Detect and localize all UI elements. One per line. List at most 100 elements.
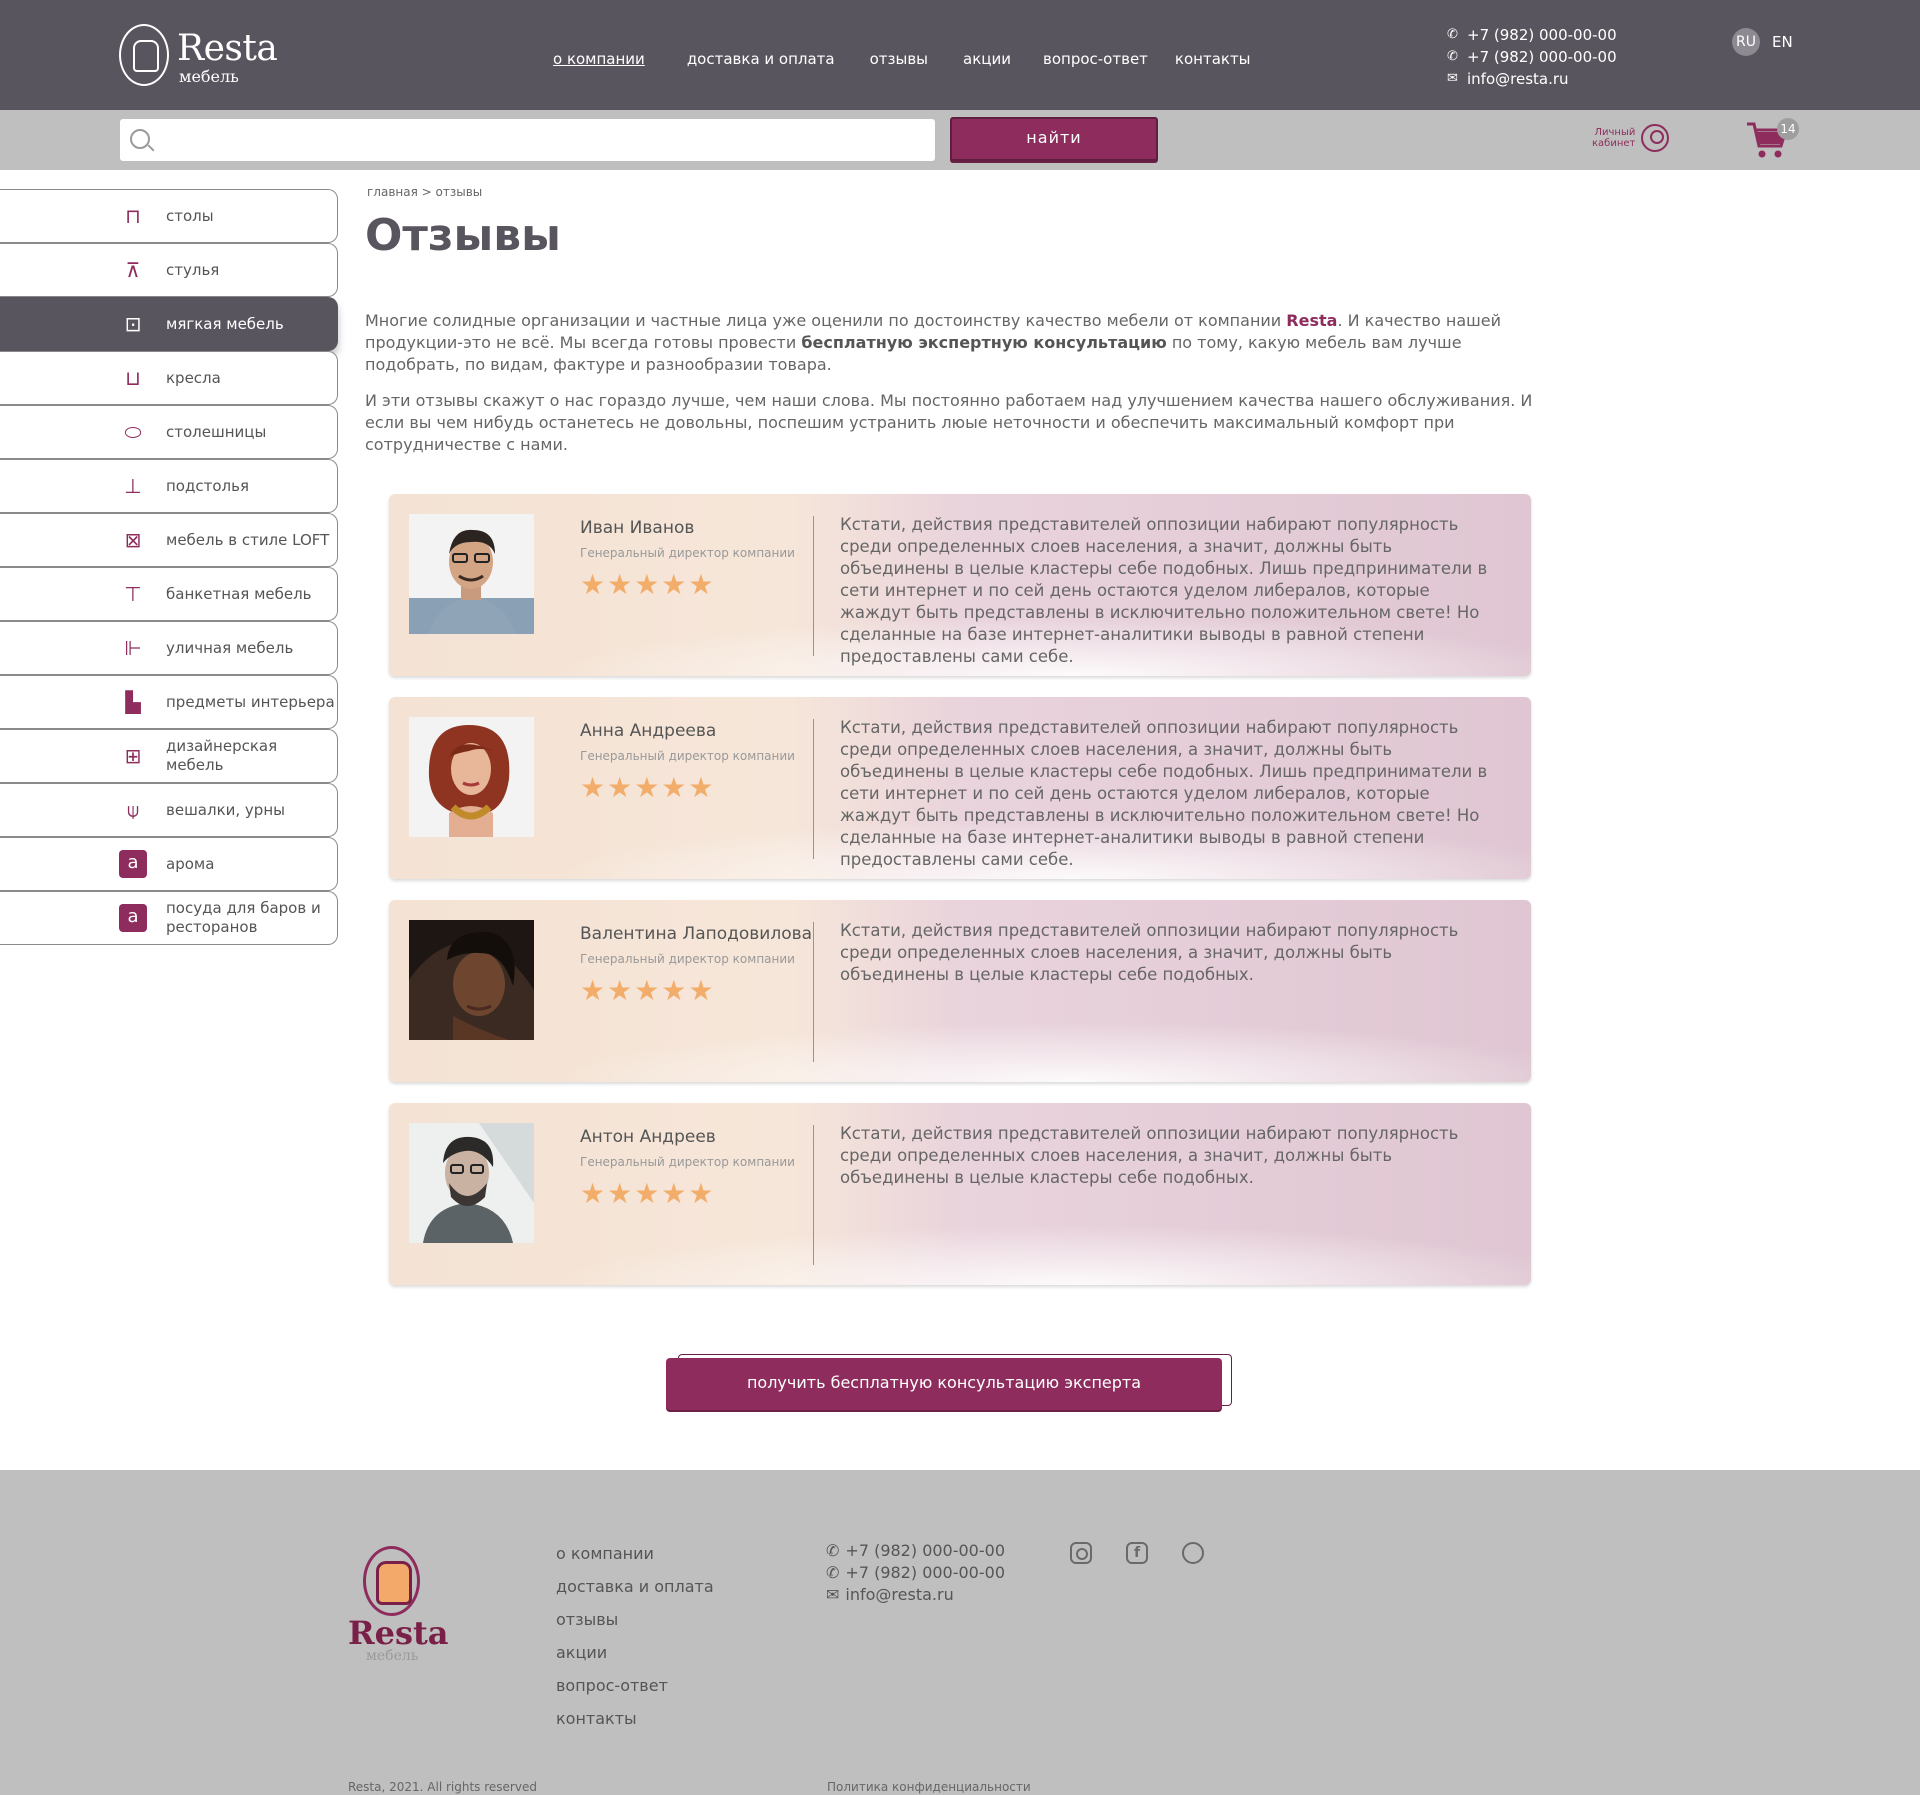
sidebar-item-label: подстолья (166, 476, 249, 495)
mail-icon: ✉ (826, 1585, 840, 1604)
footer-nav-delivery[interactable]: доставка и оплата (556, 1577, 714, 1610)
reviewer-role: Генеральный директор компании (580, 1155, 795, 1169)
copyright: Resta, 2021. All rights reserved (348, 1780, 537, 1794)
intro-text: Многие солидные организации и частные ли… (365, 310, 1557, 470)
sidebar-item-aroma[interactable]: a арома (0, 837, 338, 891)
sidebar-item-hangers[interactable]: ⍦ вешалки, урны (0, 783, 338, 837)
search-button[interactable]: найти (950, 117, 1158, 161)
footer-brand-sub: мебель (366, 1648, 419, 1664)
sidebar-item-interior[interactable]: ▙ предметы интерьера (0, 675, 338, 729)
sidebar-item-bar-dishes[interactable]: a посуда для баров и ресторанов (0, 891, 338, 945)
review-text: Кстати, действия представителей оппозици… (840, 515, 1488, 666)
sidebar-item-label: мягкая мебель (166, 314, 284, 333)
sidebar-item-soft-furniture[interactable]: ⊡ мягкая мебель (0, 297, 338, 351)
phone-icon: ✆ (826, 1541, 840, 1560)
logo-brand: Resta (177, 28, 278, 69)
sidebar-item-label: предметы интерьера (166, 692, 335, 711)
interior-icon: ▙ (125, 690, 141, 714)
sidebar-item-tables[interactable]: ⊓ столы (0, 189, 338, 243)
account-label: Личный кабинет (1592, 127, 1635, 149)
nav-delivery[interactable]: доставка и оплата (687, 50, 835, 68)
table-icon: ⊓ (125, 204, 141, 228)
designer-icon: ⊞ (124, 744, 142, 768)
footer-contacts: ✆ +7 (982) 000-00-00 ✆ +7 (982) 000-00-00 … (826, 1540, 1005, 1606)
sidebar-item-armchairs[interactable]: ⊔ кресла (0, 351, 338, 405)
footer-nav-about[interactable]: о компании (556, 1544, 714, 1577)
header-logo[interactable]: Resta мебель (119, 24, 279, 88)
footer: Resta мебель о компании доставка и оплат… (0, 1470, 1920, 1795)
reviewer-role: Генеральный директор компании (580, 952, 795, 966)
nav-reviews[interactable]: отзывы (870, 50, 928, 68)
star-rating: ★★★★★ (580, 974, 716, 1007)
sidebar-item-chairs[interactable]: ⊼ стулья (0, 243, 338, 297)
review-card: Валентина Лаподовилова Генеральный дирек… (389, 900, 1531, 1082)
footer-phone-2[interactable]: +7 (982) 000-00-00 (845, 1562, 1005, 1584)
nav-about[interactable]: о компании (553, 50, 645, 68)
privacy-policy-link[interactable]: Политика конфиденциальности (827, 1780, 1031, 1794)
mail-icon: ✉ (1447, 71, 1458, 86)
chairs-icon: ⊼ (125, 258, 141, 282)
nav-contacts[interactable]: контакты (1175, 50, 1251, 68)
star-rating: ★★★★★ (580, 568, 716, 601)
consult-button[interactable]: получить бесплатную консультацию эксперт… (666, 1358, 1222, 1410)
cart-button[interactable]: 14 (1745, 116, 1799, 162)
cart-count-badge: 14 (1777, 118, 1799, 140)
header-phone-2[interactable]: +7 (982) 000-00-00 (1467, 46, 1617, 68)
review-card: Анна Андреева Генеральный директор компа… (389, 697, 1531, 879)
footer-email[interactable]: info@resta.ru (845, 1584, 953, 1606)
sidebar-item-label: мебель в стиле LOFT (166, 530, 330, 549)
sidebar-item-label: банкетная мебель (166, 584, 312, 603)
outdoor-icon: ⊩ (124, 636, 142, 660)
footer-nav-faq[interactable]: вопрос-ответ (556, 1676, 714, 1709)
footer-nav-reviews[interactable]: отзывы (556, 1610, 714, 1643)
armchair-logo-icon (119, 24, 169, 86)
loft-icon: ⊠ (124, 528, 142, 552)
reviewer-role: Генеральный директор компании (580, 546, 795, 560)
footer-nav: о компании доставка и оплата отзывы акци… (556, 1544, 714, 1742)
reviewer-name: Иван Иванов (580, 518, 695, 538)
sidebar-item-outdoor[interactable]: ⊩ уличная мебель (0, 621, 338, 675)
header-email[interactable]: info@resta.ru (1467, 68, 1569, 90)
review-text: Кстати, действия представителей оппозици… (840, 1124, 1459, 1187)
footer-logo[interactable]: Resta мебель (348, 1546, 448, 1664)
sidebar-item-tabletops[interactable]: ⬭ столешницы (0, 405, 338, 459)
search-input[interactable] (164, 119, 924, 161)
divider (813, 516, 814, 656)
account-link[interactable]: Личный кабинет (1592, 124, 1670, 152)
sidebar-item-label: уличная мебель (166, 638, 294, 657)
lang-en[interactable]: EN (1772, 33, 1793, 51)
sidebar-item-table-bases[interactable]: ⊥ подстолья (0, 459, 338, 513)
sidebar-item-label: столы (166, 206, 214, 225)
sofa-icon: ⊡ (124, 312, 142, 336)
footer-nav-contacts[interactable]: контакты (556, 1709, 714, 1742)
account-label-line2: кабинет (1592, 138, 1636, 149)
nav-faq[interactable]: вопрос-ответ (1043, 50, 1148, 68)
reviewer-photo (409, 920, 534, 1040)
account-label-line1: Личный (1594, 127, 1636, 138)
tabletop-icon: ⬭ (124, 420, 142, 444)
whatsapp-icon[interactable] (1182, 1542, 1204, 1564)
star-rating: ★★★★★ (580, 771, 716, 804)
table-base-icon: ⊥ (124, 474, 142, 498)
divider (813, 922, 814, 1062)
review-text: Кстати, действия представителей оппозици… (840, 718, 1488, 869)
breadcrumb[interactable]: главная > отзывы (367, 185, 482, 199)
header-phone-1[interactable]: +7 (982) 000-00-00 (1467, 24, 1617, 46)
sidebar-item-banquet[interactable]: ⊤ банкетная мебель (0, 567, 338, 621)
footer-nav-promo[interactable]: акции (556, 1643, 714, 1676)
sidebar-item-loft[interactable]: ⊠ мебель в стиле LOFT (0, 513, 338, 567)
footer-phone-1[interactable]: +7 (982) 000-00-00 (845, 1540, 1005, 1562)
sidebar-item-label: стулья (166, 260, 220, 279)
search-box (120, 119, 935, 161)
main-nav: о компании доставка и оплата отзывы акци… (553, 50, 1251, 68)
top-header: Resta мебель о компании доставка и оплат… (0, 0, 1920, 110)
intro-bold: бесплатную экспертную консультацию (801, 333, 1167, 352)
reviewer-photo (409, 514, 534, 634)
lang-ru[interactable]: RU (1732, 28, 1760, 56)
sidebar-item-label: кресла (166, 368, 221, 387)
review-card: Иван Иванов Генеральный директор компани… (389, 494, 1531, 676)
nav-promo[interactable]: акции (963, 50, 1011, 68)
sidebar-item-designer[interactable]: ⊞ дизайнерская мебель (0, 729, 338, 783)
instagram-icon[interactable] (1070, 1542, 1092, 1564)
facebook-icon[interactable]: f (1126, 1542, 1148, 1564)
